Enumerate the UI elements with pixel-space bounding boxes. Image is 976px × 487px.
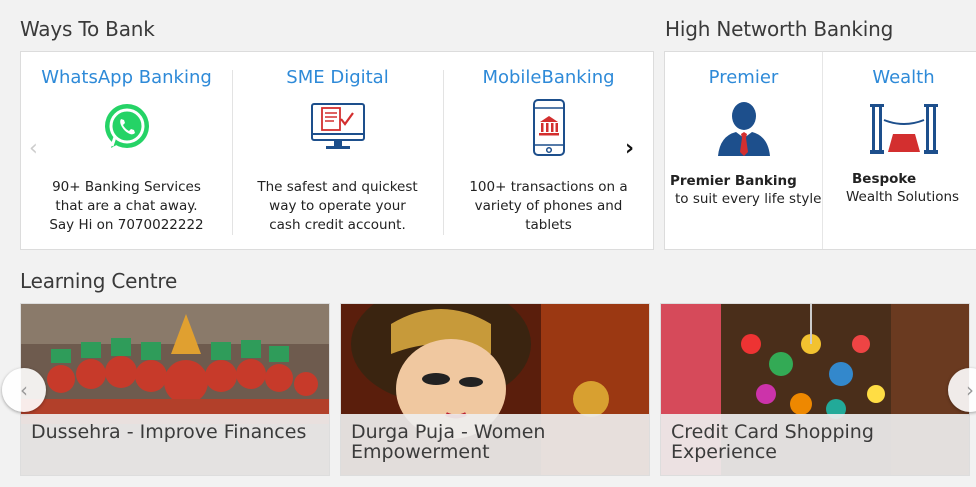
sme-digital-item[interactable]: SME Digital The safest and quickest way … — [232, 52, 443, 249]
whatsapp-icon — [104, 104, 149, 148]
high-networth-title: High Networth Banking — [665, 17, 894, 41]
ways-to-bank-title: Ways To Bank — [20, 17, 155, 41]
learning-centre-title: Learning Centre — [20, 269, 178, 293]
durga-puja-caption: Durga Puja - Women Empowerment — [341, 414, 649, 475]
learning-prev-button[interactable]: ‹ — [2, 368, 46, 412]
premier-title[interactable]: Premier — [665, 67, 822, 88]
premier-person-icon — [717, 102, 770, 156]
sme-digital-title[interactable]: SME Digital — [232, 67, 443, 88]
wealth-item[interactable]: Wealth Bespoke Wealth Solutions — [822, 52, 976, 249]
whatsapp-banking-item[interactable]: WhatsApp Banking 90+ Banking Services th… — [21, 52, 232, 249]
wealth-title[interactable]: Wealth — [822, 67, 976, 88]
credit-card-shopping-tile[interactable]: Credit Card Shopping Experience — [660, 303, 970, 476]
durga-puja-tile[interactable]: Durga Puja - Women Empowerment — [340, 303, 650, 476]
ways-to-bank-carousel: ‹ WhatsApp Banking 90+ Banking Services … — [20, 51, 654, 250]
wealth-desc: Wealth Solutions — [846, 189, 960, 205]
whatsapp-banking-title[interactable]: WhatsApp Banking — [21, 67, 232, 88]
wealth-red-carpet-icon — [869, 104, 938, 154]
mobile-banking-desc: 100+ transactions on a variety of phones… — [469, 179, 628, 233]
monitor-document-icon — [310, 103, 365, 149]
whatsapp-banking-desc: 90+ Banking Services that are a chat awa… — [49, 179, 204, 233]
premier-desc: to suit every life style — [675, 191, 822, 207]
sme-digital-desc: The safest and quickest way to operate y… — [257, 179, 418, 233]
dussehra-caption: Dussehra - Improve Finances — [21, 414, 329, 475]
dussehra-tile[interactable]: Dussehra - Improve Finances — [20, 303, 330, 476]
mobile-banking-title[interactable]: MobileBanking — [443, 67, 654, 88]
ways-next-arrow[interactable]: › — [625, 136, 634, 161]
mobile-banking-item[interactable]: MobileBanking 100+ transactions on a var… — [443, 52, 654, 249]
wealth-desc-bold: Bespoke — [852, 171, 917, 187]
premier-item[interactable]: Premier Premier Banking to suit every li… — [665, 52, 822, 249]
credit-card-shopping-caption: Credit Card Shopping Experience — [661, 414, 969, 475]
mobile-phone-bank-icon — [532, 99, 565, 156]
premier-desc-bold: Premier Banking — [670, 173, 797, 189]
high-networth-panel: Premier Premier Banking to suit every li… — [664, 51, 976, 250]
